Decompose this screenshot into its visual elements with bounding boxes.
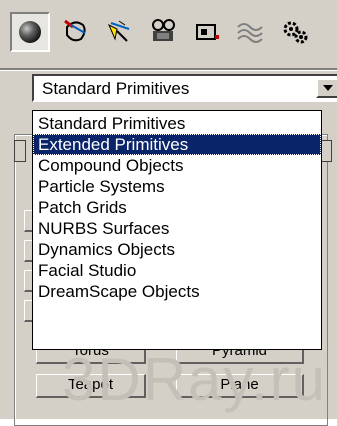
helpers-button[interactable] (190, 14, 224, 48)
spacewarps-icon (237, 23, 263, 43)
systems-icon (283, 21, 308, 44)
teapot-label: Teapot (67, 376, 114, 393)
shapes-button[interactable] (58, 14, 92, 48)
list-item[interactable]: Patch Grids (33, 197, 321, 218)
systems-button[interactable] (278, 14, 312, 48)
helpers-icon (196, 24, 219, 40)
command-panel: Torus Pyramid Teapot Plane 3DRay.ru Stan… (0, 0, 337, 426)
dropdown-arrow-button[interactable] (316, 78, 337, 98)
spacewarps-button[interactable] (234, 14, 268, 48)
category-dropdown[interactable]: Standard Primitives (32, 74, 337, 102)
list-item[interactable]: Standard Primitives (33, 113, 321, 134)
list-item[interactable]: Extended Primitives (33, 134, 321, 155)
plane-button[interactable]: Plane (176, 374, 304, 398)
sphere-icon (19, 21, 41, 43)
plane-label: Plane (220, 376, 259, 393)
create-panel-toolbar (0, 0, 337, 68)
list-item[interactable]: Compound Objects (33, 155, 321, 176)
rollout-collapse-left (14, 140, 26, 162)
dropdown-selected-value: Standard Primitives (42, 79, 190, 98)
toolbar-divider (0, 68, 337, 71)
geometry-button[interactable] (10, 12, 50, 52)
list-item[interactable]: NURBS Surfaces (33, 218, 321, 239)
chevron-down-icon (323, 85, 333, 91)
list-item[interactable]: Facial Studio (33, 260, 321, 281)
list-item[interactable]: Dynamics Objects (33, 239, 321, 260)
lights-icon (108, 20, 130, 42)
shapes-icon (64, 19, 86, 42)
list-item[interactable]: Particle Systems (33, 176, 321, 197)
category-dropdown-list: Standard Primitives Extended Primitives Co… (32, 110, 322, 350)
cameras-icon (152, 19, 175, 41)
lights-button[interactable] (102, 14, 136, 48)
cameras-button[interactable] (146, 14, 180, 48)
list-item[interactable]: DreamScape Objects (33, 281, 321, 302)
teapot-button[interactable]: Teapot (36, 374, 146, 398)
